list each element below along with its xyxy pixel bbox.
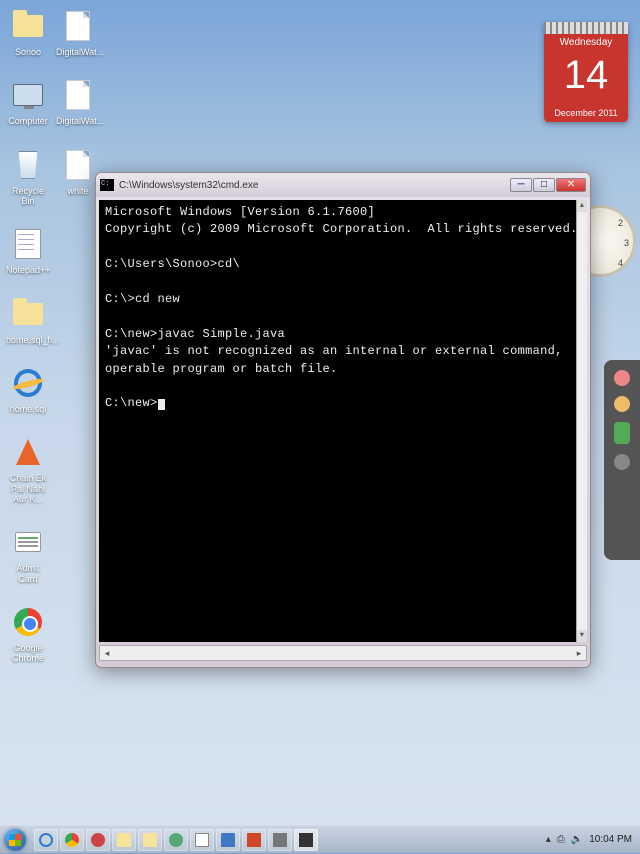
minimize-button[interactable]: ─ [510, 178, 532, 192]
desktop-icon-recycle-bin[interactable]: Recycle Bin [6, 147, 50, 207]
folder-icon [117, 833, 131, 847]
taskbar: ▴ ⎙ 🔈 10:04 PM [0, 825, 640, 853]
cursor-block [158, 399, 165, 410]
desktop-icon-label: Recycle Bin [6, 186, 50, 207]
gadget-refresh-icon [614, 454, 630, 470]
gadget-dot-red [614, 370, 630, 386]
tray-volume-icon[interactable]: 🔈 [571, 834, 583, 845]
folder2-icon [143, 833, 157, 847]
start-button[interactable] [0, 826, 30, 854]
desktop-icon-home-sql-fi-[interactable]: home.sql_fi... [6, 296, 50, 345]
taskbar-item-red[interactable] [86, 829, 110, 851]
cmd-output: Microsoft Windows [Version 6.1.7600] Cop… [105, 204, 581, 413]
clock-2: 2 [618, 218, 623, 228]
windows-orb-icon [3, 828, 27, 852]
desktop-icons-col2: DigitalWat... DigitalWat... white [56, 8, 100, 216]
cmd-body[interactable]: Microsoft Windows [Version 6.1.7600] Cop… [99, 200, 587, 642]
desktop-icon-label: Computer [6, 116, 50, 126]
desktop-icon-label: Google Chrome [6, 643, 50, 664]
taskbar-item-cmd[interactable] [294, 829, 318, 851]
gadget-indicator-green [614, 422, 630, 444]
tray-network-icon[interactable]: ⎙ [557, 834, 565, 845]
chrome-icon [65, 833, 79, 847]
side-gadget[interactable] [604, 360, 640, 560]
clock-4: 4 [618, 258, 623, 268]
vertical-scrollbar[interactable] [576, 200, 587, 642]
system-tray[interactable]: ▴ ⎙ 🔈 10:04 PM [538, 834, 640, 845]
word-icon [221, 833, 235, 847]
ppt-icon [247, 833, 261, 847]
calendar-month-year: December 2011 [544, 104, 628, 122]
calendar-binding [544, 22, 628, 34]
tray-expand-icon[interactable]: ▴ [546, 834, 551, 845]
desktop-icon-digitalwat-[interactable]: DigitalWat... [56, 8, 100, 57]
taskbar-item-folder[interactable] [112, 829, 136, 851]
window-title: C:\Windows\system32\cmd.exe [119, 180, 510, 191]
maximize-button[interactable]: □ [533, 178, 555, 192]
gadget-dot-amber [614, 396, 630, 412]
desktop-icon-label: home.sql [6, 404, 50, 414]
calendar-day-name: Wednesday [544, 34, 628, 51]
grey-icon [273, 833, 287, 847]
calendar-day-number: 14 [544, 51, 628, 104]
red-icon [91, 833, 105, 847]
green-icon [169, 833, 183, 847]
desktop-icon-white[interactable]: white [56, 147, 100, 196]
taskbar-item-notepad[interactable] [190, 829, 214, 851]
desktop-icon-label: home.sql_fi... [6, 335, 50, 345]
desktop-icon-label: white [56, 186, 100, 196]
desktop-icon-label: Notepad++ [6, 265, 50, 275]
taskbar-item-grey[interactable] [268, 829, 292, 851]
desktop-icon-admit-card[interactable]: Admit Card [6, 524, 50, 584]
desktop-icon-label: Sonoo [6, 47, 50, 57]
titlebar[interactable]: C:\Windows\system32\cmd.exe ─ □ ✕ [96, 173, 590, 197]
calendar-gadget[interactable]: Wednesday 14 December 2011 [544, 22, 628, 122]
horizontal-scrollbar[interactable] [99, 645, 587, 661]
taskbar-item-word[interactable] [216, 829, 240, 851]
taskbar-item-chrome[interactable] [60, 829, 84, 851]
desktop-icon-label: Chain Ek Pal Nahi Aur K... [6, 473, 50, 504]
desktop-icon-computer[interactable]: Computer [6, 77, 50, 126]
desktop-icon-label: DigitalWat... [56, 47, 100, 57]
taskbar-item-ie[interactable] [34, 829, 58, 851]
desktop-icon-notepad-[interactable]: Notepad++ [6, 226, 50, 275]
desktop-icon-home-sql[interactable]: home.sql [6, 365, 50, 414]
tray-clock[interactable]: 10:04 PM [589, 834, 632, 845]
taskbar-item-folder2[interactable] [138, 829, 162, 851]
close-button[interactable]: ✕ [556, 178, 586, 192]
notepad-icon [195, 833, 209, 847]
taskbar-item-ppt[interactable] [242, 829, 266, 851]
ie-icon [39, 833, 53, 847]
desktop-icon-label: DigitalWat... [56, 116, 100, 126]
taskbar-items [30, 829, 538, 851]
desktop-icon-chain-ek-pal-nahi-aur-k-[interactable]: Chain Ek Pal Nahi Aur K... [6, 434, 50, 504]
desktop-icon-google-chrome[interactable]: Google Chrome [6, 604, 50, 664]
desktop-icon-sonoo[interactable]: Sonoo [6, 8, 50, 57]
desktop-icon-digitalwat-[interactable]: DigitalWat... [56, 77, 100, 126]
taskbar-item-green[interactable] [164, 829, 188, 851]
cmd-icon [299, 833, 313, 847]
cmd-icon [100, 179, 114, 191]
cmd-window[interactable]: C:\Windows\system32\cmd.exe ─ □ ✕ Micros… [95, 172, 591, 668]
clock-3: 3 [624, 238, 629, 248]
desktop-icon-label: Admit Card [6, 563, 50, 584]
